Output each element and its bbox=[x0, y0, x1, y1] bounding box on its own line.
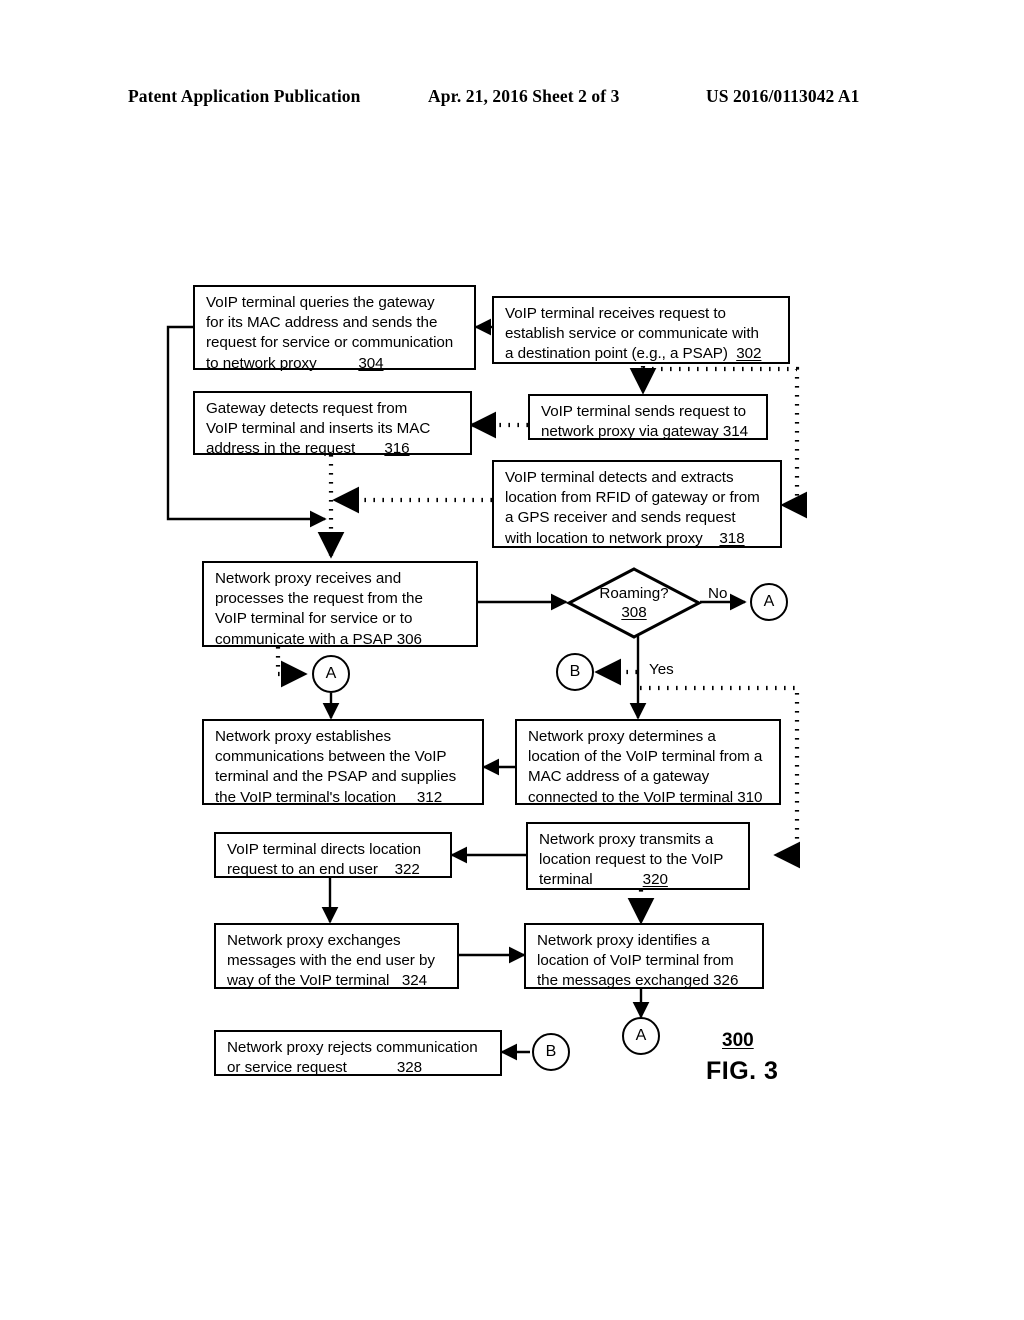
box-328-ref: 328 bbox=[396, 1059, 423, 1077]
box-310-ref: 310 bbox=[737, 788, 763, 806]
connector-a-bottom-label: A bbox=[635, 1027, 647, 1044]
box-306-line-2: processes the request from the bbox=[215, 590, 423, 608]
box-316-ref: 316 bbox=[384, 440, 410, 458]
box-326-line-3: the messages exchanged bbox=[537, 972, 709, 990]
box-302-line-3: a destination point (e.g., a PSAP) bbox=[505, 345, 728, 363]
process-box-314: VoIP terminal sends request to network p… bbox=[528, 394, 768, 440]
flowchart-figure: VoIP terminal queries the gateway for it… bbox=[0, 0, 1024, 1320]
box-304-line-1: VoIP terminal queries the gateway bbox=[206, 294, 435, 311]
process-box-302: VoIP terminal receives request to establ… bbox=[492, 296, 790, 364]
figure-reference-number: 300 bbox=[722, 1030, 754, 1051]
edge-label-yes: Yes bbox=[649, 661, 674, 678]
connector-circle-b-right: B bbox=[556, 653, 594, 691]
process-box-324: Network proxy exchanges messages with th… bbox=[214, 923, 459, 989]
connector-circle-a-bottom: A bbox=[622, 1017, 660, 1055]
connector-a-top-label: A bbox=[763, 593, 775, 610]
box-314-line-1: VoIP terminal sends request to bbox=[541, 403, 747, 420]
figure-caption: FIG. 3 bbox=[706, 1057, 779, 1085]
box-302-line-1: VoIP terminal receives request to bbox=[505, 305, 726, 322]
box-322-line-2: request to an end user bbox=[227, 861, 378, 879]
box-310-line-3: MAC address of a gateway bbox=[528, 768, 710, 786]
box-306-ref: 306 bbox=[396, 630, 422, 648]
box-310-line-4: connected to the VoIP terminal bbox=[528, 788, 734, 806]
process-box-328: Network proxy rejects communication or s… bbox=[214, 1030, 502, 1076]
connector-b-right-label: B bbox=[569, 663, 581, 680]
box-318-line-2: location from RFID of gateway or from bbox=[505, 489, 760, 507]
connector-b-bottom-label: B bbox=[545, 1043, 557, 1060]
connector-circle-a-top: A bbox=[750, 583, 788, 621]
box-304-ref: 304 bbox=[358, 354, 384, 372]
process-box-312: Network proxy establishes communications… bbox=[202, 719, 484, 806]
process-box-316: Gateway detects request from VoIP termin… bbox=[193, 391, 472, 458]
box-318-line-3: a GPS receiver and sends request bbox=[505, 509, 736, 527]
process-box-306: Network proxy receives and processes the… bbox=[202, 561, 478, 648]
box-316-line-3: address in the request bbox=[206, 440, 356, 458]
box-326-ref: 326 bbox=[713, 972, 739, 990]
decision-question: Roaming? bbox=[599, 585, 669, 602]
box-304-line-4: to network proxy bbox=[206, 354, 317, 372]
box-328-line-2: or service request bbox=[227, 1059, 347, 1077]
box-318-line-4: with location to network proxy bbox=[505, 529, 703, 547]
box-306-line-3: VoIP terminal for service or to bbox=[215, 610, 413, 628]
box-324-line-1: Network proxy exchanges bbox=[227, 932, 401, 949]
box-302-ref: 302 bbox=[736, 345, 762, 363]
box-312-line-1: Network proxy establishes bbox=[215, 728, 392, 745]
flowchart-connector-lines bbox=[166, 318, 808, 1061]
box-304-line-2: for its MAC address and sends the bbox=[206, 314, 438, 332]
process-box-320: Network proxy transmits a location reque… bbox=[526, 822, 750, 890]
process-box-322: VoIP terminal directs location request t… bbox=[214, 832, 452, 878]
box-312-line-3: terminal and the PSAP and supplies bbox=[215, 768, 457, 786]
box-316-line-2: VoIP terminal and inserts its MAC bbox=[206, 420, 431, 438]
box-302-line-2: establish service or communicate with bbox=[505, 325, 759, 343]
process-box-326: Network proxy identifies a location of V… bbox=[524, 923, 764, 989]
box-306-line-1: Network proxy receives and bbox=[215, 570, 402, 587]
connector-a-left-label: A bbox=[325, 665, 337, 682]
box-320-line-1: Network proxy transmits a bbox=[539, 831, 714, 848]
box-324-line-3: way of the VoIP terminal bbox=[227, 972, 390, 990]
edge-label-no: No bbox=[708, 585, 728, 602]
box-322-ref: 322 bbox=[394, 861, 420, 879]
box-318-line-1: VoIP terminal detects and extracts bbox=[505, 469, 734, 486]
box-320-ref: 320 bbox=[642, 871, 668, 889]
box-320-line-3: terminal bbox=[539, 871, 593, 889]
box-324-ref: 324 bbox=[401, 972, 428, 990]
box-320-line-2: location request to the VoIP bbox=[539, 851, 724, 869]
box-310-line-1: Network proxy determines a bbox=[528, 728, 716, 745]
process-box-318: VoIP terminal detects and extracts locat… bbox=[492, 460, 782, 548]
box-314-ref: 314 bbox=[722, 423, 749, 441]
connector-circle-a-left: A bbox=[312, 655, 350, 693]
process-box-304: VoIP terminal queries the gateway for it… bbox=[193, 285, 476, 372]
decision-ref: 308 bbox=[621, 604, 647, 621]
box-318-ref: 318 bbox=[719, 529, 745, 547]
box-326-line-2: location of VoIP terminal from bbox=[537, 952, 734, 970]
box-310-line-2: location of the VoIP terminal from a bbox=[528, 748, 763, 766]
box-314-line-2: network proxy via gateway bbox=[541, 423, 719, 441]
box-312-ref: 312 bbox=[416, 788, 443, 806]
box-312-line-4: the VoIP terminal's location bbox=[215, 788, 397, 806]
box-304-line-3: request for service or communication bbox=[206, 334, 454, 352]
process-box-310: Network proxy determines a location of t… bbox=[515, 719, 781, 806]
box-306-line-4: communicate with a PSAP bbox=[215, 630, 393, 648]
box-326-line-1: Network proxy identifies a bbox=[537, 932, 710, 949]
connector-circle-b-bottom: B bbox=[532, 1033, 570, 1071]
decision-diamond-308: Roaming? 308 bbox=[566, 566, 702, 640]
box-324-line-2: messages with the end user by bbox=[227, 952, 435, 970]
box-312-line-2: communications between the VoIP bbox=[215, 748, 447, 766]
box-328-line-1: Network proxy rejects communication bbox=[227, 1039, 478, 1056]
box-316-line-1: Gateway detects request from bbox=[206, 400, 408, 417]
box-322-line-1: VoIP terminal directs location bbox=[227, 841, 422, 858]
